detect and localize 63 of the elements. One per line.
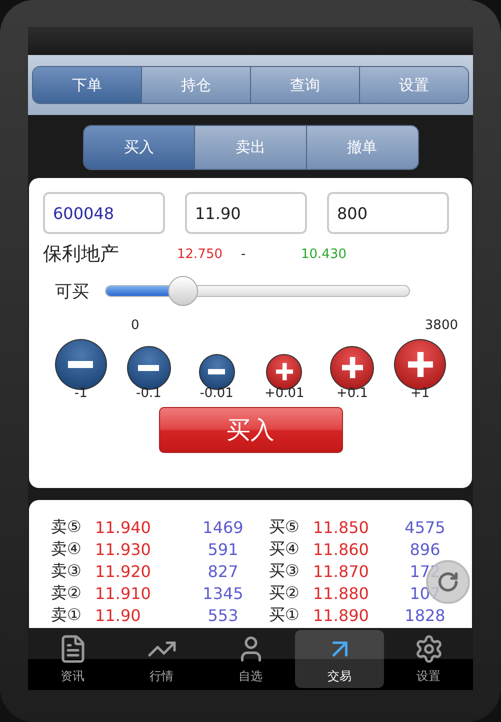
plus-icon — [342, 357, 363, 379]
quantity-slider[interactable] — [105, 276, 410, 306]
bottom-tab[interactable]: 行情 — [117, 630, 206, 688]
sell-level: 卖① — [51, 604, 82, 626]
main-tab[interactable]: 下单 — [33, 67, 142, 103]
buy-volume: 896 — [408, 540, 442, 558]
sell-volume: 827 — [206, 562, 240, 580]
sub-tab[interactable]: 买入 — [84, 126, 196, 169]
separator: - — [241, 246, 247, 262]
slider-max: 3800 — [424, 318, 458, 333]
stock-name: 保利地产 — [43, 242, 120, 267]
step-label: -0.1 — [136, 386, 162, 401]
slider-min: 0 — [131, 318, 140, 333]
buy-level: 买④ — [269, 538, 300, 560]
step-label: +0.01 — [264, 386, 304, 401]
buy-volume: 172 — [408, 562, 442, 580]
minus-icon — [208, 369, 226, 375]
minus-icon — [138, 364, 160, 372]
bottom-tab[interactable]: 资讯 — [28, 630, 117, 688]
buy-level: 买③ — [269, 560, 300, 582]
sell-volume: 1345 — [202, 584, 244, 602]
price-field[interactable]: 11.90 — [185, 192, 307, 234]
buy-price: 11.880 — [313, 584, 370, 602]
sell-level: 卖② — [51, 582, 82, 604]
sell-price: 11.90 — [95, 606, 142, 624]
sell-volume: 1469 — [202, 518, 244, 536]
bottom-tab[interactable]: 设置 — [384, 630, 473, 688]
step-label: +0.1 — [336, 386, 368, 401]
slider-label: 可买 — [55, 280, 90, 302]
high-price: 12.750 — [177, 246, 224, 262]
buy-price: 11.870 — [313, 562, 370, 580]
sell-price: 11.910 — [95, 584, 152, 602]
sell-price: 11.930 — [95, 540, 152, 558]
minus-icon — [68, 360, 94, 368]
buy-level: 买① — [269, 604, 300, 626]
quantity-field[interactable]: 800 — [327, 192, 449, 234]
plus-icon — [408, 352, 433, 377]
sell-price: 11.920 — [95, 562, 152, 580]
bottom-tab[interactable]: 交易 — [295, 630, 384, 688]
sell-volume: 553 — [206, 606, 240, 624]
buy-price: 11.860 — [313, 540, 370, 558]
refresh-icon — [437, 571, 459, 593]
low-price: 10.430 — [301, 246, 348, 262]
buy-volume: 4575 — [404, 518, 446, 536]
plus-icon — [276, 363, 294, 381]
step-label: -0.01 — [200, 386, 234, 401]
sell-volume: 591 — [206, 540, 240, 558]
step-label: -1 — [74, 386, 88, 401]
buy-volume: 1828 — [404, 606, 446, 624]
slider-thumb[interactable] — [168, 276, 198, 306]
buy-price: 11.850 — [313, 518, 370, 536]
bottom-tab[interactable]: 自选 — [206, 630, 295, 688]
gear-icon — [414, 634, 444, 664]
buy-level: 买② — [269, 582, 300, 604]
buy-price: 11.890 — [313, 606, 370, 624]
buy-level: 买⑤ — [269, 516, 300, 538]
code-field[interactable]: 600048 — [43, 192, 165, 234]
sell-price: 11.940 — [95, 518, 152, 536]
sell-level: 卖⑤ — [51, 516, 82, 538]
step-label: +1 — [410, 386, 430, 401]
sell-level: 卖③ — [51, 560, 82, 582]
sell-level: 卖④ — [51, 538, 82, 560]
buy-button[interactable]: 买入 — [158, 407, 342, 453]
